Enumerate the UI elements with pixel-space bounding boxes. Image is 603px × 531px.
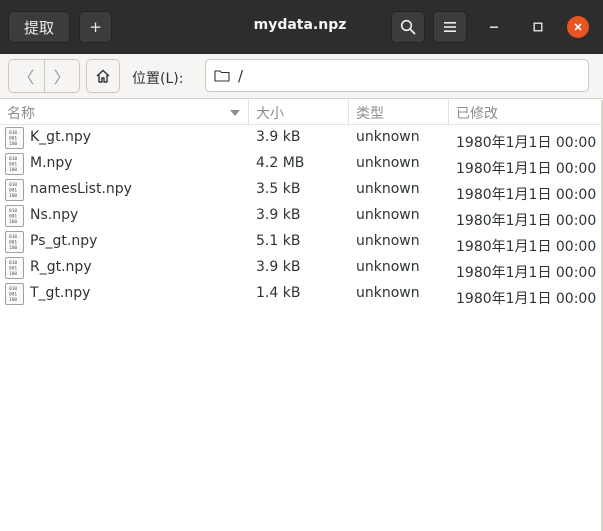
file-name: Ps_gt.npy: [30, 233, 98, 249]
svg-text:100: 100: [9, 219, 17, 225]
navigation-group: 〈 〉: [8, 59, 80, 93]
file-name: namesList.npy: [30, 181, 132, 197]
file-type: unknown: [356, 285, 420, 301]
location-label: 位置(L):: [132, 71, 184, 87]
file-modified: 1980年1月1日 00:00: [456, 187, 597, 203]
menu-button[interactable]: [433, 11, 467, 43]
svg-text:001: 001: [9, 266, 17, 272]
column-size-label: 大小: [256, 105, 284, 122]
binary-file-icon: 010 001 100: [5, 127, 24, 149]
file-list: 010 001 100 K_gt.npy 3.9 kB unknown 1980年1…: [0, 125, 603, 307]
close-icon: [574, 23, 582, 31]
binary-file-icon: 010 001 100: [5, 153, 24, 175]
back-button[interactable]: 〈: [9, 60, 44, 92]
file-name: K_gt.npy: [30, 129, 92, 145]
file-name: M.npy: [30, 155, 73, 171]
svg-text:100: 100: [9, 167, 17, 173]
file-type: unknown: [356, 259, 420, 275]
file-size: 1.4 kB: [256, 285, 301, 301]
menu-icon: [444, 22, 456, 32]
svg-text:001: 001: [9, 188, 17, 194]
file-name: T_gt.npy: [30, 285, 91, 301]
window-title: mydata.npz: [253, 17, 347, 33]
minimize-icon: [490, 26, 498, 28]
add-button[interactable]: +: [79, 11, 112, 43]
svg-text:010: 010: [9, 260, 17, 266]
extract-button[interactable]: 提取: [8, 11, 70, 43]
forward-button[interactable]: 〉: [43, 60, 80, 92]
file-row[interactable]: 010 001 100 R_gt.npy 3.9 kB unknown 1980年1…: [0, 255, 603, 281]
file-row[interactable]: 010 001 100 K_gt.npy 3.9 kB unknown 1980年1…: [0, 125, 603, 151]
svg-text:100: 100: [9, 193, 17, 199]
binary-file-icon: 010 001 100: [5, 231, 24, 253]
file-modified: 1980年1月1日 00:00: [456, 161, 597, 177]
column-modified-label: 已修改: [456, 105, 498, 122]
maximize-button[interactable]: [527, 16, 549, 38]
svg-text:001: 001: [9, 162, 17, 168]
svg-text:010: 010: [9, 234, 17, 240]
column-type-label: 类型: [356, 105, 384, 122]
file-size: 5.1 kB: [256, 233, 301, 249]
file-modified: 1980年1月1日 00:00: [456, 239, 597, 255]
column-header: 名称 大小 类型 已修改: [0, 100, 603, 125]
binary-file-icon: 010 001 100: [5, 179, 24, 201]
column-name-header[interactable]: 名称: [0, 100, 249, 125]
file-row[interactable]: 010 001 100 T_gt.npy 1.4 kB unknown 1980年1…: [0, 281, 603, 307]
svg-text:001: 001: [9, 214, 17, 220]
file-modified: 1980年1月1日 00:00: [456, 213, 597, 229]
home-button[interactable]: [86, 59, 120, 93]
column-size-header[interactable]: 大小: [249, 100, 349, 125]
svg-text:001: 001: [9, 240, 17, 246]
file-row[interactable]: 010 001 100 namesList.npy 3.5 kB unknown 1…: [0, 177, 603, 203]
svg-text:010: 010: [9, 208, 17, 214]
binary-file-icon: 010 001 100: [5, 205, 24, 227]
home-icon: [96, 69, 110, 83]
svg-text:001: 001: [9, 292, 17, 298]
column-name-label: 名称: [7, 105, 35, 122]
file-type: unknown: [356, 233, 420, 249]
svg-text:001: 001: [9, 136, 17, 142]
file-row[interactable]: 010 001 100 Ns.npy 3.9 kB unknown 1980年1月1…: [0, 203, 603, 229]
maximize-icon: [533, 22, 543, 32]
file-type: unknown: [356, 155, 420, 171]
binary-file-icon: 010 001 100: [5, 257, 24, 279]
header-bar: 提取 + mydata.npz: [0, 0, 603, 54]
file-name: Ns.npy: [30, 207, 79, 223]
location-field[interactable]: /: [205, 59, 589, 92]
svg-text:010: 010: [9, 286, 17, 292]
column-modified-header[interactable]: 已修改: [449, 100, 603, 125]
location-toolbar: 〈 〉 位置(L): /: [0, 54, 603, 99]
file-modified: 1980年1月1日 00:00: [456, 135, 597, 151]
file-modified: 1980年1月1日 00:00: [456, 265, 597, 281]
search-button[interactable]: [391, 11, 425, 43]
svg-text:100: 100: [9, 245, 17, 251]
binary-file-icon: 010 001 100: [5, 283, 24, 305]
minimize-button[interactable]: [483, 16, 505, 38]
svg-text:010: 010: [9, 156, 17, 162]
search-icon: [400, 19, 416, 35]
file-size: 3.9 kB: [256, 129, 301, 145]
svg-text:100: 100: [9, 271, 17, 277]
close-button[interactable]: [567, 16, 589, 38]
sort-descending-icon: [230, 110, 240, 116]
svg-text:100: 100: [9, 297, 17, 303]
file-row[interactable]: 010 001 100 Ps_gt.npy 5.1 kB unknown 1980年…: [0, 229, 603, 255]
file-modified: 1980年1月1日 00:00: [456, 291, 597, 307]
column-type-header[interactable]: 类型: [349, 100, 449, 125]
location-path: /: [238, 66, 244, 85]
file-size: 3.9 kB: [256, 207, 301, 223]
file-type: unknown: [356, 181, 420, 197]
svg-text:010: 010: [9, 130, 17, 136]
file-row[interactable]: 010 001 100 M.npy 4.2 MB unknown 1980年1月1日…: [0, 151, 603, 177]
file-size: 3.5 kB: [256, 181, 301, 197]
file-type: unknown: [356, 207, 420, 223]
folder-icon: [214, 70, 230, 82]
svg-text:100: 100: [9, 141, 17, 147]
file-type: unknown: [356, 129, 420, 145]
svg-text:010: 010: [9, 182, 17, 188]
file-size: 3.9 kB: [256, 259, 301, 275]
file-size: 4.2 MB: [256, 155, 305, 171]
file-name: R_gt.npy: [30, 259, 92, 275]
